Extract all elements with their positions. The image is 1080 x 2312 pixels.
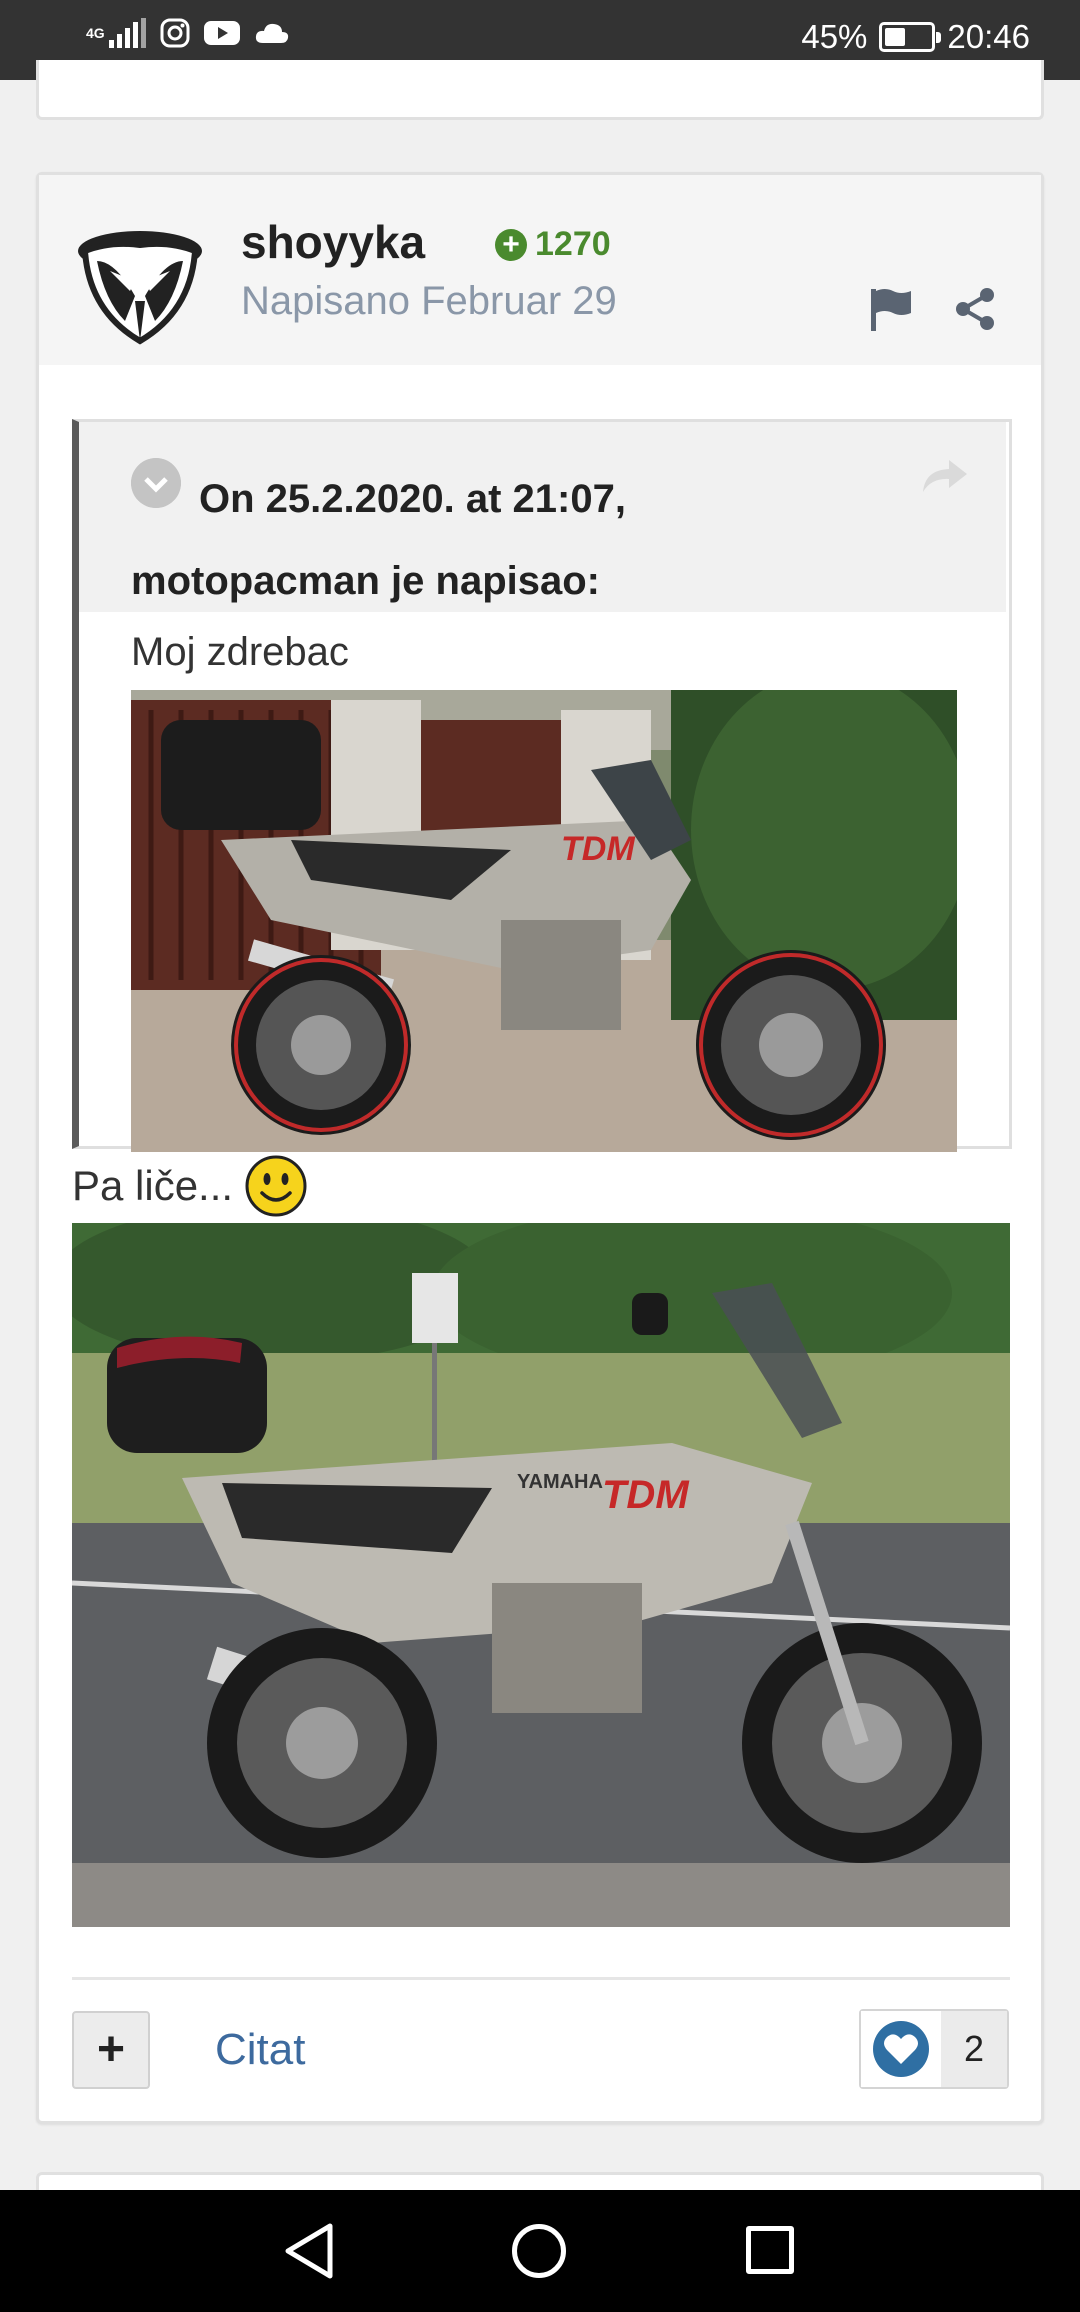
reputation-badge: + 1270	[495, 225, 611, 264]
quote-citation: On 25.2.2020. at 21:07, motopacman je na…	[131, 458, 979, 622]
quote-text: Moj zdrebac	[131, 630, 349, 674]
svg-text:YAMAHA: YAMAHA	[517, 1471, 603, 1493]
post-card: Shoyyka shoyyka + 1270 Napisano Februar …	[36, 172, 1044, 2124]
post-date[interactable]: Napisano Februar 29	[241, 279, 617, 324]
reaction-heart[interactable]	[861, 2011, 941, 2087]
previous-post-card	[36, 60, 1044, 120]
battery-icon	[879, 22, 942, 52]
svg-text:Shoyyka: Shoyyka	[114, 246, 165, 261]
reaction-button[interactable]: 2	[859, 2009, 1009, 2089]
network-type: 4G	[86, 25, 105, 41]
post-header: Shoyyka shoyyka + 1270 Napisano Februar …	[39, 175, 1041, 365]
svg-text:TDM: TDM	[561, 830, 635, 868]
instagram-icon	[160, 18, 190, 48]
multiquote-add-button[interactable]: +	[72, 2011, 150, 2089]
post-text-content: Pa liče...	[72, 1162, 234, 1209]
quote-link[interactable]: Citat	[215, 2025, 305, 2075]
share-icon[interactable]	[949, 283, 1001, 335]
flag-icon[interactable]	[865, 283, 917, 335]
author-name[interactable]: shoyyka	[241, 215, 425, 269]
chevron-down-icon[interactable]	[131, 458, 181, 508]
post-text: Pa liče...	[72, 1155, 307, 1217]
heart-icon	[873, 2021, 929, 2077]
motorcycle-image[interactable]: TDM YAMAHA	[72, 1223, 1010, 1927]
quoted-motorcycle-image[interactable]: TDM	[131, 690, 957, 1152]
quote-citation-line2: motopacman je napisao:	[131, 559, 600, 603]
svg-text:TDM: TDM	[602, 1473, 690, 1517]
plus-circle-icon: +	[495, 228, 527, 261]
cloud-icon	[255, 23, 288, 43]
quote-block: On 25.2.2020. at 21:07, motopacman je na…	[72, 419, 1012, 1152]
battery-percent: 45%	[801, 18, 868, 55]
quote-citation-line1: On 25.2.2020. at 21:07,	[199, 477, 626, 521]
avatar[interactable]: Shoyyka	[75, 201, 205, 347]
reputation-count: 1270	[535, 225, 611, 263]
smiley-emoji-icon	[245, 1155, 307, 1217]
clock: 20:46	[947, 18, 1030, 55]
signal-icon: 4G	[86, 18, 146, 48]
navigation-bar	[0, 2190, 1080, 2312]
forward-arrow-icon[interactable]	[919, 456, 969, 496]
divider	[72, 1977, 1010, 1980]
youtube-icon	[203, 21, 240, 45]
quote-header: On 25.2.2020. at 21:07, motopacman je na…	[79, 422, 1006, 612]
reaction-count[interactable]: 2	[941, 2011, 1007, 2087]
recent-apps-icon[interactable]	[746, 2226, 794, 2274]
home-icon[interactable]	[512, 2224, 566, 2278]
back-icon[interactable]	[282, 2222, 336, 2280]
